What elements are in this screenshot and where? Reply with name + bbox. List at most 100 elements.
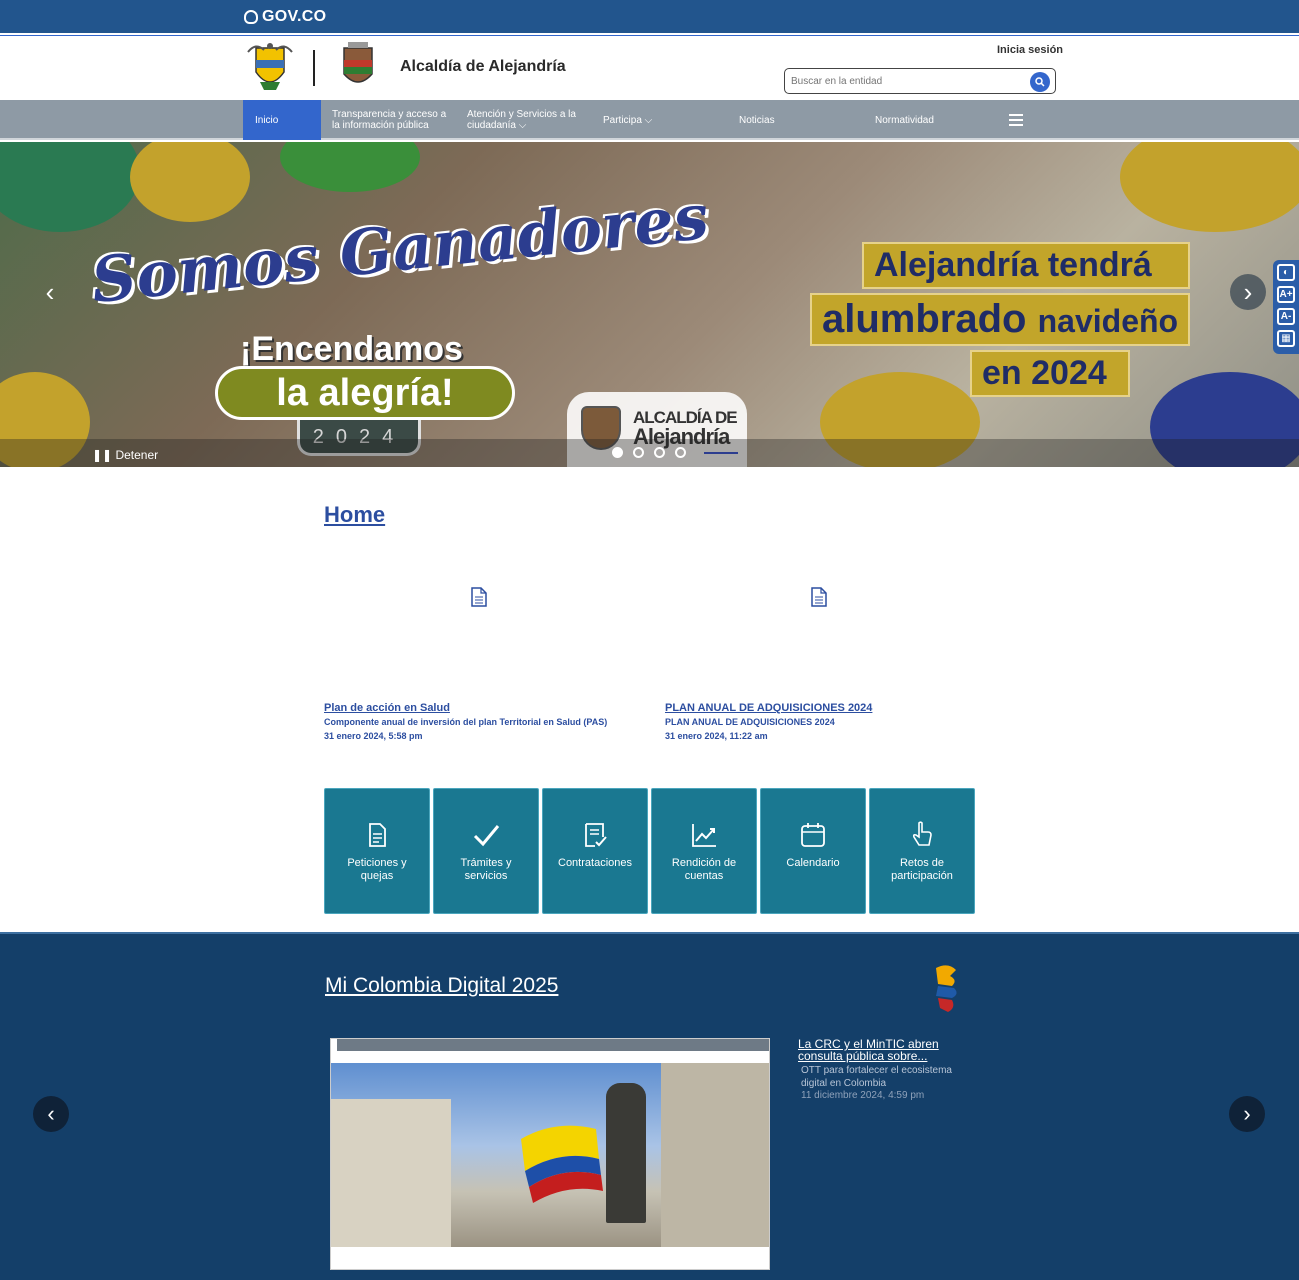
document-icon — [471, 587, 487, 607]
govco-link[interactable]: GOV.CO — [244, 8, 326, 26]
carousel-dot[interactable] — [675, 447, 686, 458]
doc-card-date: 31 enero 2024, 11:22 am — [665, 731, 768, 741]
govco-label: GOV.CO — [262, 8, 327, 25]
hero-headline-2: alumbrado navideño — [810, 293, 1191, 346]
accessibility-bar: ◐ A+ A- ▦ — [1273, 260, 1299, 354]
news-prev-button[interactable]: ‹ — [33, 1096, 69, 1132]
page-title[interactable]: Home — [324, 502, 385, 528]
carousel-next-button[interactable]: › — [1230, 274, 1266, 310]
document-icon — [369, 823, 386, 847]
colombia-coat-of-arms-icon[interactable] — [246, 42, 294, 94]
increase-font-icon[interactable]: A+ — [1277, 286, 1295, 303]
hero-headline-1: Alejandría tendrá — [862, 242, 1191, 289]
main-nav: Inicio Transparencia y acceso a la infor… — [0, 100, 1299, 140]
quick-access-tiles: Peticiones y quejas Trámites y servicios… — [324, 788, 975, 914]
site-name[interactable]: Alcaldía de Alejandría — [400, 58, 566, 76]
doc-card: Plan de acción en Salud Componente anual… — [324, 702, 654, 741]
nav-participa[interactable]: Participa ⌵ — [603, 100, 652, 140]
news-next-button[interactable]: › — [1229, 1096, 1265, 1132]
tile-calendario[interactable]: Calendario — [760, 788, 866, 914]
tile-tramites[interactable]: Trámites y servicios — [433, 788, 539, 914]
image-building — [331, 1099, 451, 1249]
tile-label: Calendario — [786, 857, 840, 869]
decrease-font-icon[interactable]: A- — [1277, 308, 1295, 325]
search-icon — [1035, 77, 1045, 87]
menu-hamburger-icon[interactable] — [1009, 114, 1023, 126]
doc-card-title[interactable]: Plan de acción en Salud — [324, 702, 654, 714]
chevron-right-icon: › — [1243, 276, 1253, 307]
news-subtitle: OTT para fortalecer el ecosistema digita… — [801, 1065, 952, 1089]
carousel-stop-button[interactable]: ❚❚ Detener — [92, 448, 158, 462]
login-link[interactable]: Inicia sesión — [997, 44, 1063, 56]
hero-decoration — [0, 142, 140, 232]
doc-card: PLAN ANUAL DE ADQUISICIONES 2024 PLAN AN… — [665, 702, 995, 741]
doc-card-title[interactable]: PLAN ANUAL DE ADQUISICIONES 2024 — [665, 702, 995, 714]
tile-label: Trámites y servicios — [460, 857, 512, 882]
image-top-band — [337, 1039, 769, 1051]
carousel-dot[interactable] — [612, 447, 623, 458]
tile-label: Rendición de cuentas — [671, 857, 737, 882]
site-header: Alcaldía de Alejandría Inicia sesión — [0, 35, 1299, 99]
hero-tagline-2: la alegría! — [215, 366, 515, 420]
carousel-dot[interactable] — [654, 447, 665, 458]
hero-headline: Alejandría tendrá alumbrado navideño en … — [810, 242, 1191, 401]
hero-headline-2a: alumbrado — [822, 297, 1027, 341]
header-divider — [313, 50, 315, 86]
chevron-left-icon: ‹ — [47, 1101, 55, 1126]
news-date: 11 diciembre 2024, 4:59 pm — [801, 1090, 925, 1101]
image-statue — [606, 1083, 646, 1223]
news-image[interactable] — [330, 1038, 770, 1270]
contract-icon — [585, 823, 607, 847]
doc-card-subtitle: PLAN ANUAL DE ADQUISICIONES 2024 — [665, 717, 835, 727]
nav-atencion[interactable]: Atención y Servicios a la ciudadanía ⌵ — [467, 100, 587, 140]
chevron-left-icon: ‹ — [45, 276, 55, 307]
image-bottom-band — [331, 1247, 769, 1269]
alejandria-crest-icon[interactable] — [338, 40, 378, 92]
search-box — [784, 68, 1056, 94]
pause-icon: ❚❚ — [92, 448, 113, 462]
document-icon — [811, 587, 827, 607]
nav-transparencia[interactable]: Transparencia y acceso a la información … — [332, 100, 452, 140]
doc-card-date: 31 enero 2024, 5:58 pm — [324, 731, 423, 741]
chart-icon — [692, 824, 716, 847]
tile-label: Retos de participación — [891, 857, 953, 882]
tile-label: Peticiones y quejas — [347, 857, 407, 882]
nav-normatividad[interactable]: Normatividad — [875, 100, 934, 140]
nav-inicio[interactable]: Inicio — [243, 100, 321, 140]
doc-card-subtitle: Componente anual de inversión del plan T… — [324, 717, 608, 727]
tile-peticiones[interactable]: Peticiones y quejas — [324, 788, 430, 914]
hero-headline-2b: navideño — [1037, 303, 1179, 339]
govco-bar: GOV.CO — [0, 0, 1299, 33]
carousel-dot[interactable] — [633, 447, 644, 458]
govco-shield-icon — [244, 10, 258, 24]
image-building — [661, 1063, 769, 1247]
contrast-icon[interactable]: ◐ — [1277, 264, 1295, 281]
carousel-prev-button[interactable]: ‹ — [32, 274, 68, 310]
hand-pointer-icon — [912, 821, 932, 846]
nav-noticias[interactable]: Noticias — [739, 100, 775, 140]
colombia-flag-icon — [521, 1125, 603, 1203]
tile-retos[interactable]: Retos de participación — [869, 788, 975, 914]
relief-center-icon[interactable]: ▦ — [1277, 330, 1295, 347]
carousel-progress — [704, 452, 738, 454]
tile-label: Contrataciones — [558, 857, 632, 869]
carousel-stop-label: Detener — [115, 448, 159, 462]
colombia-map-logo-icon — [936, 965, 957, 1012]
calendar-icon — [801, 823, 825, 847]
hero-carousel: Somos Ganadores ¡Encendamos la alegría! … — [0, 142, 1299, 467]
section-title[interactable]: Mi Colombia Digital 2025 — [325, 974, 558, 998]
tile-rendicion[interactable]: Rendición de cuentas — [651, 788, 757, 914]
chevron-right-icon: › — [1243, 1101, 1251, 1126]
search-button[interactable] — [1030, 72, 1050, 92]
hero-decoration — [130, 142, 250, 222]
check-icon — [473, 825, 500, 847]
hero-headline-3: en 2024 — [970, 350, 1130, 397]
hero-tagline-1: ¡Encendamos — [240, 330, 463, 368]
colombia-digital-section: Mi Colombia Digital 2025 La CRC y el Min… — [0, 932, 1299, 1280]
hero-decoration — [280, 142, 420, 192]
tile-contrataciones[interactable]: Contrataciones — [542, 788, 648, 914]
carousel-indicators — [612, 447, 686, 458]
hero-decoration — [1120, 142, 1299, 232]
news-title[interactable]: La CRC y el MinTIC abren consulta públic… — [798, 1038, 968, 1062]
search-input[interactable] — [791, 73, 1021, 89]
